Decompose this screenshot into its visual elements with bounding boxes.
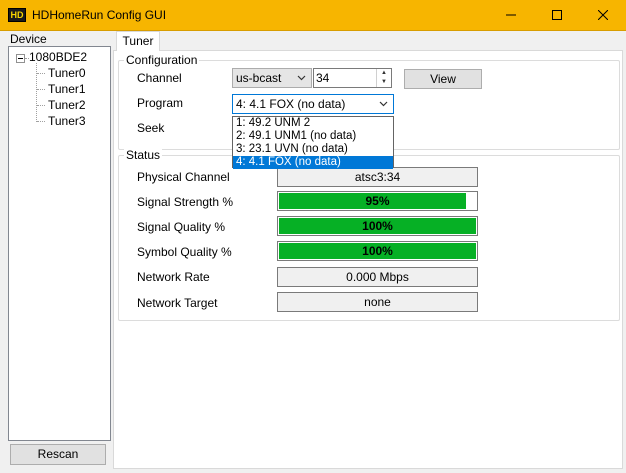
network-rate-label: Network Rate <box>137 270 210 284</box>
maximize-icon <box>552 10 562 20</box>
tree-device-node[interactable]: 1080BDE2 <box>29 50 87 64</box>
chevron-down-icon <box>297 69 306 92</box>
program-option-1[interactable]: 1: 49.2 UNM 2 <box>233 117 393 130</box>
signal-quality-meter: 100% <box>277 216 478 236</box>
signal-strength-meter: 95% <box>277 191 478 211</box>
status-legend: Status <box>124 148 163 162</box>
network-target-label: Network Target <box>137 296 218 310</box>
rescan-label: Rescan <box>37 447 79 461</box>
minimize-button[interactable] <box>488 0 534 30</box>
channel-label: Channel <box>137 71 182 85</box>
tree-tuner-3[interactable]: Tuner3 <box>48 114 86 128</box>
configuration-legend: Configuration <box>124 53 200 67</box>
tree-tuner-0[interactable]: Tuner0 <box>48 66 86 80</box>
stepper-down-icon[interactable]: ▼ <box>377 78 391 87</box>
collapse-icon[interactable] <box>16 54 25 63</box>
program-value: 4: 4.1 FOX (no data) <box>236 97 346 111</box>
window-title: HDHomeRun Config GUI <box>32 8 167 22</box>
rescan-button[interactable]: Rescan <box>10 444 106 465</box>
program-select[interactable]: 4: 4.1 FOX (no data) <box>232 94 394 114</box>
channel-map-value: us-bcast <box>236 71 282 85</box>
network-rate-value: 0.000 Mbps <box>277 267 478 287</box>
program-dropdown-list[interactable]: 1: 49.2 UNM 2 2: 49.1 UNM1 (no data) 3: … <box>232 116 394 169</box>
signal-strength-label: Signal Strength % <box>137 195 234 209</box>
tree-tuner-2[interactable]: Tuner2 <box>48 98 86 112</box>
stepper-up-icon[interactable]: ▲ <box>377 69 391 78</box>
symbol-quality-meter: 100% <box>277 241 478 261</box>
chevron-down-icon <box>379 95 388 118</box>
close-icon <box>597 9 609 21</box>
tab-tuner[interactable]: Tuner <box>116 31 160 51</box>
channel-number-stepper[interactable]: 34 ▲ ▼ <box>313 68 392 88</box>
program-label: Program <box>137 96 184 110</box>
signal-quality-label: Signal Quality % <box>137 220 226 234</box>
symbol-quality-label: Symbol Quality % <box>137 245 232 259</box>
close-button[interactable] <box>580 0 626 30</box>
channel-map-select[interactable]: us-bcast <box>232 68 312 88</box>
maximize-button[interactable] <box>534 0 580 30</box>
title-bar: HD HDHomeRun Config GUI <box>0 0 626 31</box>
minimize-icon <box>506 14 516 16</box>
seek-label: Seek <box>137 121 165 135</box>
symbol-quality-value: 100% <box>362 244 393 258</box>
physical-channel-value: atsc3:34 <box>277 167 478 187</box>
network-target-value: none <box>277 292 478 312</box>
device-label: Device <box>10 32 47 46</box>
program-option-4[interactable]: 4: 4.1 FOX (no data) <box>233 156 393 169</box>
program-option-2[interactable]: 2: 49.1 UNM1 (no data) <box>233 130 393 143</box>
app-icon: HD <box>8 8 26 22</box>
device-tree[interactable]: 1080BDE2 Tuner0 Tuner1 Tuner2 Tuner3 <box>8 46 111 441</box>
tree-tuner-1[interactable]: Tuner1 <box>48 82 86 96</box>
physical-channel-label: Physical Channel <box>137 170 230 184</box>
signal-quality-value: 100% <box>362 219 393 233</box>
channel-number-value: 34 <box>316 71 330 85</box>
program-option-3[interactable]: 3: 23.1 UVN (no data) <box>233 143 393 156</box>
view-button[interactable]: View <box>404 69 482 89</box>
signal-strength-value: 95% <box>365 194 390 208</box>
